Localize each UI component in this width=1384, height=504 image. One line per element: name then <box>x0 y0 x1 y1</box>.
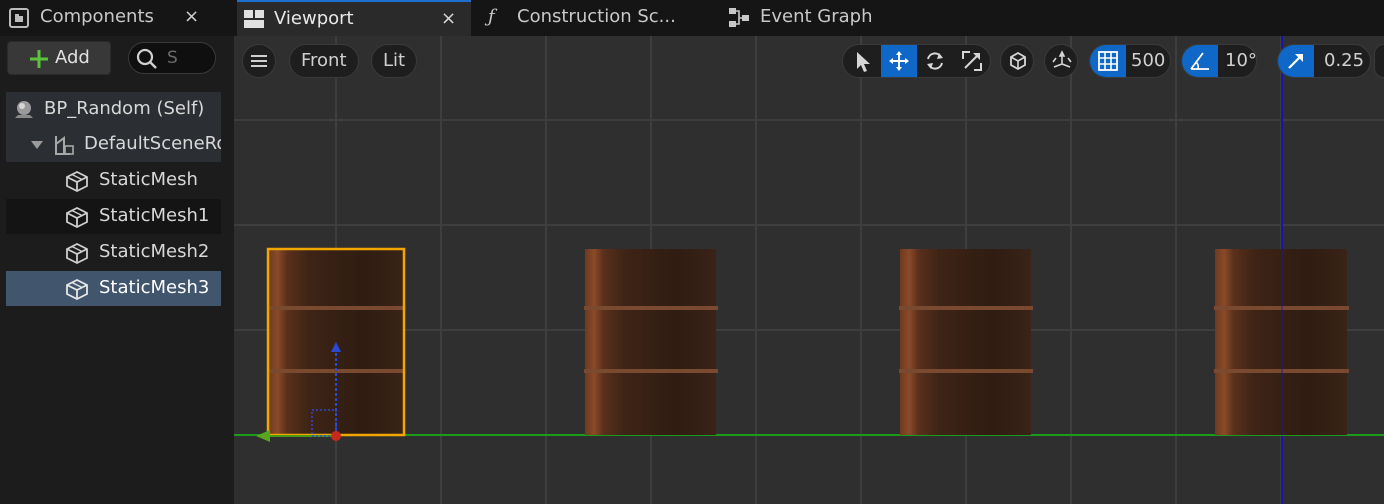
view-mode-button[interactable]: Front <box>289 44 359 78</box>
component-search[interactable] <box>128 42 216 74</box>
scale-icon <box>962 51 982 71</box>
tab-construction-script[interactable]: ƒ Construction Sc... <box>480 0 700 36</box>
search-input[interactable] <box>167 47 211 69</box>
angle-snap-icon <box>1190 52 1209 70</box>
lighting-mode-button[interactable]: Lit <box>371 44 417 78</box>
search-icon <box>136 48 157 69</box>
rotation-snap-value[interactable]: 10° <box>1225 50 1257 71</box>
scale-snap-toggle[interactable] <box>1278 45 1314 77</box>
tree-item-static-mesh1[interactable]: StaticMesh1 <box>6 199 221 234</box>
rotate-tool-button[interactable] <box>917 45 953 77</box>
viewport-overflow-button[interactable] <box>1374 44 1384 78</box>
viewport[interactable]: Front Lit 500 10° 0.25 <box>234 36 1384 504</box>
rotate-icon <box>927 52 943 70</box>
viewport-scene[interactable] <box>234 36 1384 504</box>
barrel-static-mesh1[interactable] <box>584 249 718 435</box>
tree-item-static-mesh[interactable]: StaticMesh <box>6 163 221 198</box>
close-components-icon[interactable]: × <box>184 6 199 27</box>
tab-viewport-label: Viewport <box>274 8 354 29</box>
tree-item-self[interactable]: BP_Random (Self) <box>6 92 221 127</box>
static-mesh-icon <box>66 242 88 265</box>
surface-snap-button[interactable] <box>1044 44 1078 78</box>
local-space-button[interactable] <box>1000 44 1034 78</box>
surface-snap-icon <box>1052 50 1072 68</box>
viewport-menu-button[interactable] <box>242 44 276 78</box>
grid-snap-value[interactable]: 500 <box>1131 50 1165 71</box>
actor-sphere-icon <box>15 101 33 118</box>
barrel-static-mesh2[interactable] <box>899 249 1033 435</box>
tree-item-label: StaticMesh3 <box>99 277 210 298</box>
components-icon <box>9 8 29 28</box>
event-graph-icon <box>729 8 749 27</box>
barrel-static-mesh3[interactable] <box>1214 249 1349 435</box>
hamburger-icon <box>251 55 267 67</box>
editor-tab-bar: Viewport × ƒ Construction Sc... Event Gr… <box>234 0 1384 36</box>
move-icon <box>889 51 909 71</box>
function-icon: ƒ <box>488 6 495 27</box>
close-viewport-icon[interactable]: × <box>441 8 456 29</box>
viewport-grid <box>234 36 1384 504</box>
scale-tool-button[interactable] <box>953 45 991 77</box>
tree-item-label: StaticMesh <box>99 169 198 190</box>
grid-snap-icon <box>1098 51 1118 71</box>
scale-snap-value[interactable]: 0.25 <box>1324 50 1364 71</box>
local-space-icon <box>1010 51 1026 71</box>
scene-component-icon <box>55 136 74 155</box>
tree-item-static-mesh3[interactable]: StaticMesh3 <box>6 271 221 306</box>
add-button-label: Add <box>55 47 90 68</box>
components-panel: Add BP_Random (Self) DefaultSceneRoot <box>0 36 234 504</box>
components-tab-title: Components <box>40 6 154 27</box>
plus-icon <box>30 50 48 68</box>
move-tool-button[interactable] <box>881 45 917 77</box>
scale-snap-icon <box>1288 54 1303 69</box>
select-arrow-icon <box>857 52 870 72</box>
tree-item-label: StaticMesh2 <box>99 241 210 262</box>
tree-item-default-scene-root[interactable]: DefaultSceneRoot <box>6 127 221 162</box>
tree-item-root-label: DefaultSceneRoot <box>84 133 221 154</box>
grid-snap-control: 500 <box>1089 44 1171 78</box>
static-mesh-icon <box>66 278 88 301</box>
tab-viewport[interactable]: Viewport × <box>237 0 471 36</box>
lighting-mode-label: Lit <box>383 50 406 71</box>
tab-event-graph-label: Event Graph <box>760 6 873 27</box>
rotation-snap-toggle[interactable] <box>1182 45 1218 77</box>
tree-item-self-label: BP_Random (Self) <box>44 98 205 119</box>
collapse-arrow-icon[interactable] <box>30 140 44 150</box>
static-mesh-icon <box>66 170 88 193</box>
components-tab[interactable]: Components × <box>0 0 234 36</box>
rotation-snap-control: 10° <box>1181 44 1257 78</box>
tree-item-label: StaticMesh1 <box>99 205 210 226</box>
tree-item-static-mesh2[interactable]: StaticMesh2 <box>6 235 221 270</box>
scale-snap-control: 0.25 <box>1277 44 1371 78</box>
select-tool-button[interactable] <box>843 45 881 77</box>
tab-construction-script-label: Construction Sc... <box>517 6 676 27</box>
add-component-button[interactable]: Add <box>7 41 111 75</box>
viewport-icon <box>244 10 264 28</box>
grid-snap-toggle[interactable] <box>1090 45 1126 77</box>
view-mode-label: Front <box>301 50 347 71</box>
transform-tools <box>842 44 991 78</box>
tab-event-graph[interactable]: Event Graph <box>724 0 924 36</box>
static-mesh-icon <box>66 206 88 229</box>
